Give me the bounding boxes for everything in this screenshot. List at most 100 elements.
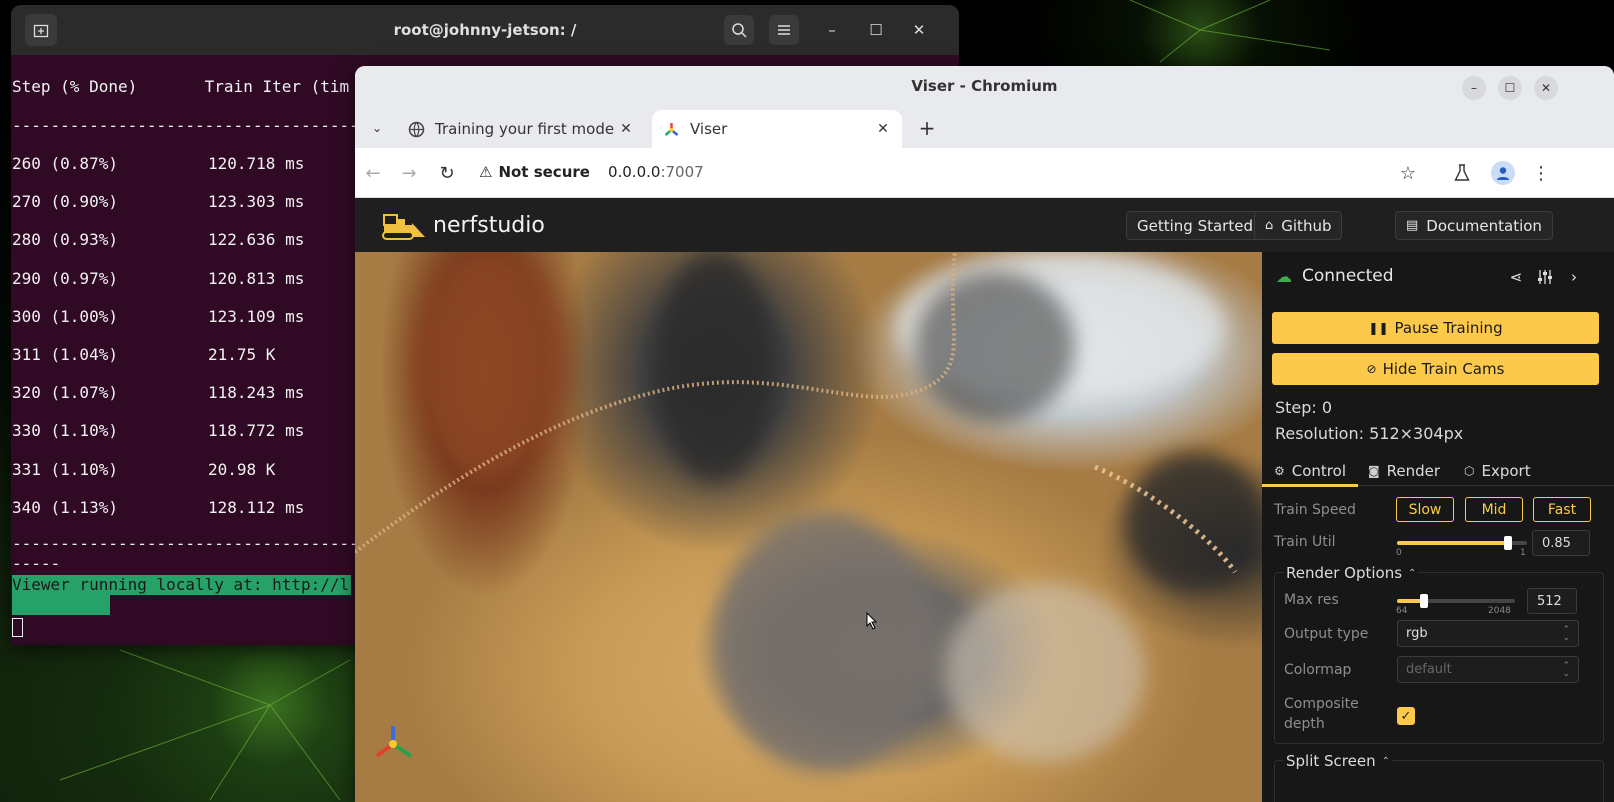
tab-label: Export (1481, 462, 1531, 480)
connection-status: ☁ Connected (1276, 266, 1394, 286)
collapse-panel-button[interactable]: › (1563, 266, 1585, 288)
select-value: rgb (1406, 626, 1428, 641)
terminal-row-iter: 123.303 ms (208, 192, 305, 212)
settings-button[interactable] (1534, 266, 1556, 288)
terminal-row-iter: 118.772 ms (208, 421, 305, 441)
tab-search-button[interactable]: ⌄ (367, 118, 387, 138)
document-icon: ▤ (1406, 218, 1419, 233)
hide-train-cams-button[interactable]: ⊘ Hide Train Cams (1272, 353, 1599, 385)
browser-minimize-button[interactable]: – (1462, 76, 1486, 100)
close-tab-icon[interactable]: ✕ (615, 118, 637, 140)
share-button[interactable]: ⋖ (1505, 266, 1527, 288)
select-arrows-icon: ⌃ ⌄ (1562, 661, 1570, 679)
train-util-label: Train Util (1274, 534, 1336, 550)
speed-slow-button[interactable]: Slow (1396, 497, 1454, 522)
output-type-label: Output type (1284, 626, 1369, 642)
terminal-row-step: 290 (0.97%) (12, 268, 118, 288)
connection-status-label: Connected (1302, 266, 1394, 286)
reload-icon: ↻ (439, 162, 455, 184)
camera-icon: ◙ (1368, 464, 1380, 478)
button-label: Fast (1547, 501, 1577, 518)
terminal-cursor (12, 618, 23, 637)
terminal-row-step: 270 (0.90%) (12, 192, 118, 212)
documentation-button[interactable]: ▤ Documentation (1395, 211, 1553, 240)
terminal-separator: ------------------------------------ (12, 116, 359, 135)
section-title: Split Screen (1286, 752, 1376, 770)
security-indicator[interactable]: ⚠ Not secure (479, 163, 590, 181)
sliders-icon (1538, 270, 1552, 284)
max-res-input[interactable]: 512 (1527, 588, 1577, 614)
viewer-url-line: Viewer running locally at: http://l (12, 575, 352, 595)
maximize-icon: ☐ (1504, 81, 1516, 95)
speed-mid-button[interactable]: Mid (1465, 497, 1523, 522)
globe-icon (407, 120, 425, 138)
forward-button[interactable]: → (397, 161, 421, 185)
close-button[interactable]: ✕ (906, 17, 932, 43)
split-screen-toggle[interactable]: Split Screen ⌃ (1284, 752, 1392, 770)
browser-maximize-button[interactable]: ☐ (1498, 76, 1522, 100)
chevron-down-icon: ⌄ (371, 121, 383, 135)
labs-button[interactable] (1449, 160, 1475, 186)
pause-training-button[interactable]: ❚❚ Pause Training (1272, 312, 1599, 344)
output-type-select[interactable]: rgb ⌃ ⌄ (1397, 620, 1579, 647)
github-button[interactable]: ⌂ Github (1254, 211, 1343, 240)
tab-training-your-first-model[interactable]: Training your first model ✕ (395, 110, 645, 148)
address-bar[interactable]: ⚠ Not secure 0.0.0.0:7007 (479, 154, 1409, 190)
tab-render[interactable]: ◙ Render (1368, 456, 1440, 486)
close-tab-icon[interactable]: ✕ (872, 118, 894, 140)
train-util-input[interactable]: 0.85 (1532, 530, 1590, 556)
tab-label: Viser (690, 120, 728, 138)
terminal-menu-button[interactable] (769, 15, 799, 45)
button-label: Mid (1481, 501, 1507, 518)
viewer-url-highlight (12, 595, 110, 615)
train-util-slider-fill (1397, 541, 1508, 545)
max-res-slider-thumb[interactable] (1419, 594, 1428, 608)
browser-toolbar: ← → ↻ ⚠ Not secure 0.0.0.0:7007 ☆ ⋮ (355, 148, 1614, 198)
new-tab-button[interactable]: + (916, 116, 938, 140)
back-button[interactable]: ← (361, 161, 385, 185)
tab-viser[interactable]: Viser ✕ (652, 110, 902, 148)
render-options-toggle[interactable]: Render Options ⌃ (1284, 564, 1419, 582)
viser-icon (662, 120, 680, 138)
pause-icon: ❚❚ (1368, 321, 1389, 335)
flask-icon (1454, 164, 1470, 181)
panel-tabs: ⚙ Control ◙ Render ⬡ Export (1262, 456, 1614, 487)
max-res-label: Max res (1284, 592, 1339, 608)
step-readout: Step: 0 (1275, 398, 1333, 417)
tab-label: Training your first model (435, 120, 615, 138)
star-icon: ☆ (1399, 162, 1417, 184)
reload-button[interactable]: ↻ (435, 161, 459, 185)
3d-viewport[interactable] (355, 252, 1262, 802)
tab-strip: ⌄ Training your first model ✕ Viser ✕ + (355, 108, 1614, 148)
search-icon (732, 23, 747, 38)
maximize-button[interactable]: ☐ (863, 17, 889, 43)
terminal-search-button[interactable] (724, 15, 754, 45)
security-label: Not secure (498, 163, 590, 181)
composite-depth-checkbox[interactable]: ✓ (1397, 707, 1415, 725)
arrow-right-icon: → (401, 162, 417, 184)
tab-control[interactable]: ⚙ Control (1274, 456, 1346, 486)
active-tab-indicator (1262, 484, 1358, 487)
bookmark-button[interactable]: ☆ (1395, 160, 1421, 186)
kebab-menu-icon: ⋮ (1532, 162, 1550, 184)
train-util-slider-thumb[interactable] (1503, 536, 1512, 550)
terminal-row-iter: 122.636 ms (208, 230, 305, 250)
train-speed-label: Train Speed (1274, 502, 1356, 518)
terminal-row-iter: 123.109 ms (208, 306, 305, 326)
browser-window: Viser - Chromium – ☐ ✕ ⌄ Training your f… (355, 66, 1614, 802)
browser-title: Viser - Chromium (911, 77, 1058, 95)
colormap-select[interactable]: default ⌃ ⌄ (1397, 656, 1579, 683)
tab-export[interactable]: ⬡ Export (1464, 456, 1531, 486)
browser-close-button[interactable]: ✕ (1534, 76, 1558, 100)
hamburger-icon (778, 25, 790, 35)
arrow-left-icon: ← (365, 162, 381, 184)
browser-titlebar: Viser - Chromium – ☐ ✕ (355, 66, 1614, 108)
nerfstudio-logo[interactable]: nerfstudio (381, 209, 545, 241)
speed-fast-button[interactable]: Fast (1533, 497, 1591, 522)
slider-max-tick: 2048 (1488, 606, 1511, 616)
terminal-row-iter: 128.112 ms (208, 497, 305, 517)
minimize-button[interactable]: – (819, 17, 845, 43)
profile-button[interactable] (1491, 161, 1515, 185)
browser-menu-button[interactable]: ⋮ (1528, 160, 1554, 186)
getting-started-button[interactable]: Getting Started (1126, 211, 1264, 240)
